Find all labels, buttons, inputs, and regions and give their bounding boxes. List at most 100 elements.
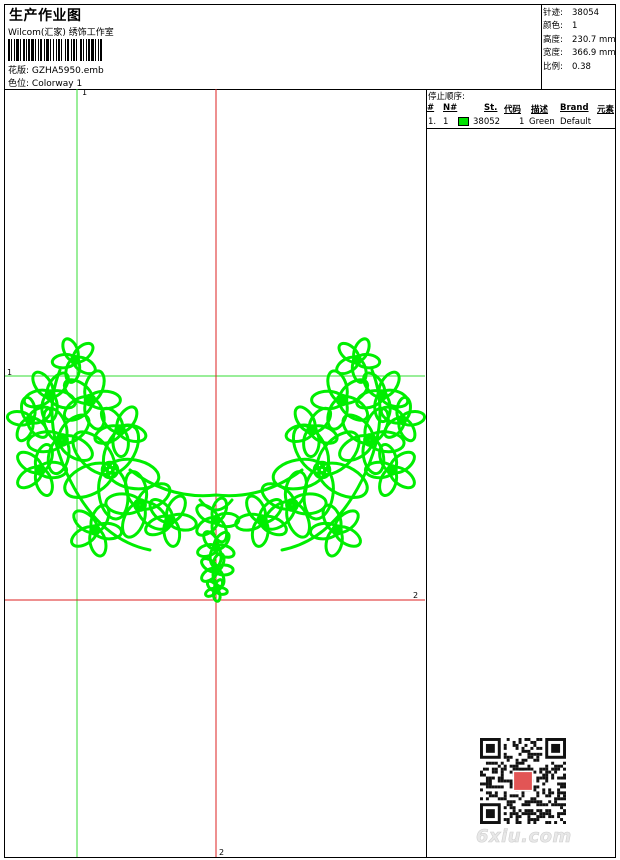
qr-module xyxy=(494,785,498,789)
qr-module xyxy=(557,803,561,807)
qr-module xyxy=(536,785,540,789)
qr-module xyxy=(560,803,564,807)
qr-module xyxy=(518,797,522,801)
stop-sequence-title: 停止顺序: xyxy=(428,92,465,102)
qr-module xyxy=(509,812,513,816)
qr-module xyxy=(539,812,543,816)
qr-module xyxy=(485,785,489,789)
qr-module xyxy=(539,752,543,756)
col-code: 代码 xyxy=(504,105,522,115)
qr-module xyxy=(509,764,513,768)
qr-module xyxy=(554,821,558,824)
qr-module xyxy=(503,767,507,771)
qr-module xyxy=(524,738,528,741)
qr-module xyxy=(557,794,561,798)
qr-module xyxy=(491,770,495,774)
qr-module xyxy=(563,791,566,795)
qr-module xyxy=(557,797,561,801)
design-label: 花版: xyxy=(8,66,30,76)
guide-label-green-h: 1 xyxy=(7,368,13,377)
qr-module xyxy=(542,803,546,807)
qr-module xyxy=(503,746,507,750)
col-stitches: St. xyxy=(484,103,498,113)
qr-module xyxy=(545,779,549,783)
qr-module xyxy=(527,809,531,813)
qr-module xyxy=(503,779,507,783)
qr-module xyxy=(545,776,549,780)
qr-module xyxy=(524,809,528,813)
col-brand: Brand xyxy=(560,103,589,113)
qr-module xyxy=(530,740,534,744)
qr-module xyxy=(536,791,540,795)
design-stats: 针迹: 38054 颜色: 1 高度: 230.7 mm 宽度: 366.9 mm 比例… xyxy=(543,7,616,74)
qr-module xyxy=(488,794,492,798)
qr-module xyxy=(509,794,513,798)
qr-module xyxy=(509,785,513,789)
qr-module xyxy=(521,749,525,753)
qr-module xyxy=(491,785,495,789)
qr-module xyxy=(485,782,489,786)
qr-finder xyxy=(485,809,495,819)
qr-module xyxy=(500,761,504,765)
qr-module xyxy=(536,746,540,750)
qr-module xyxy=(494,794,498,798)
qr-module xyxy=(542,776,546,780)
qr-module xyxy=(506,803,510,807)
row-index: 1. xyxy=(428,117,437,127)
qr-module xyxy=(557,767,561,771)
qr-module xyxy=(527,764,531,768)
qr-module xyxy=(500,773,504,777)
qr-module xyxy=(506,821,510,824)
qr-module xyxy=(521,791,525,795)
qr-module xyxy=(527,803,531,807)
qr-module xyxy=(542,815,546,819)
qr-module xyxy=(554,767,558,771)
qr-module xyxy=(503,806,507,810)
qr-module xyxy=(551,767,555,771)
qr-module xyxy=(563,809,566,813)
qr-module xyxy=(545,803,549,807)
qr-module xyxy=(515,767,519,771)
qr-module xyxy=(560,776,564,780)
qr-module xyxy=(509,806,513,810)
qr-module xyxy=(536,794,540,798)
qr-module xyxy=(542,773,546,777)
qr-module xyxy=(548,812,552,816)
qr-module xyxy=(509,803,513,807)
qr-module xyxy=(480,782,483,786)
qr-module xyxy=(500,797,504,801)
qr-module xyxy=(521,758,525,762)
stat-stitches: 针迹: 38054 xyxy=(543,8,600,18)
qr-module xyxy=(533,743,537,747)
qr-module xyxy=(500,767,504,771)
qr-module xyxy=(503,794,507,798)
qr-module xyxy=(488,779,492,783)
barcode xyxy=(8,39,104,61)
row-brand: Default xyxy=(560,117,592,127)
qr-module xyxy=(557,776,561,780)
qr-module xyxy=(518,767,522,771)
qr-module xyxy=(536,776,540,780)
qr-module xyxy=(536,818,540,822)
qr-module xyxy=(536,815,540,819)
qr-module xyxy=(545,812,549,816)
qr-module xyxy=(548,815,552,819)
qr-module xyxy=(494,761,498,765)
qr-module xyxy=(554,770,558,774)
col-n: N# xyxy=(443,103,458,113)
qr-logo xyxy=(514,772,532,790)
qr-module xyxy=(506,779,510,783)
qr-module xyxy=(482,782,486,786)
qr-module xyxy=(554,797,558,801)
qr-module xyxy=(515,815,519,819)
stat-width: 宽度: 366.9 mm xyxy=(543,48,616,59)
qr-module xyxy=(506,800,510,804)
qr-module xyxy=(533,770,537,774)
qr-module xyxy=(482,767,486,771)
qr-module xyxy=(560,782,564,786)
qr-module xyxy=(545,773,549,777)
qr-module xyxy=(530,818,534,822)
qr-finder xyxy=(551,743,561,753)
qr-code xyxy=(480,738,566,824)
qr-module xyxy=(485,791,489,795)
